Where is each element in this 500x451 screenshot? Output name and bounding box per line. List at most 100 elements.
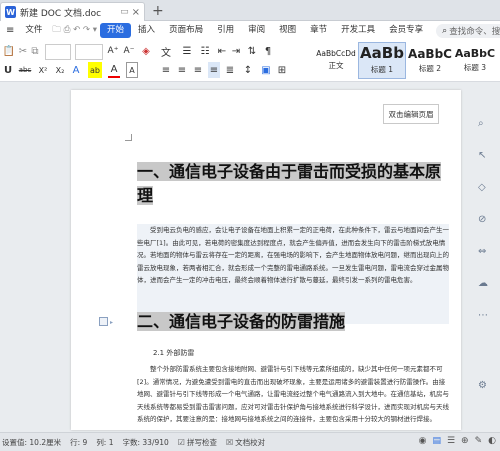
document-tab[interactable]: W 新建 DOC 文档.doc ▭ × [0,2,145,21]
eye-protect-icon[interactable]: ◐ [488,436,496,446]
spell-check[interactable]: ☑ 拼写检查 [178,437,217,448]
borders-icon[interactable]: ⊞ [276,62,288,78]
heading-1-line-2: 理 [137,186,154,205]
adjust-icon[interactable]: ⇔ [478,246,486,257]
underline-button[interactable]: U [3,62,13,78]
paragraph-2: 整个外部防雷系统主要包含接地附网、避雷针与引下线等元素所组成的，缺少其中任何一项… [137,365,449,423]
justify-icon[interactable]: ≡ [208,62,220,78]
char-border-button[interactable]: A [126,62,138,78]
home-toolbar: 📋 ✂ ⧉ A⁺ A⁻ ◈ 文 ☰ ☷ ⇤ ⇥ ⇅ ¶ U abc X² X₂ … [0,40,500,82]
strikethrough-button[interactable]: abc [18,62,32,78]
wps-writer-window: W 新建 DOC 文档.doc ▭ × + ≡ 文件 🗀 ⎙ ↶ ↷ ▾ 开始 … [0,0,500,451]
backup-icon[interactable]: ☁ [478,278,488,289]
monitor-icon[interactable]: ▭ [120,7,129,17]
select-icon[interactable]: ↖ [478,150,486,161]
read-mode-icon[interactable]: ✎ [475,436,483,446]
tab-member[interactable]: 会员专享 [382,23,430,38]
proofread-icon: ☒ [225,437,234,447]
search-icon: ⌕ [442,25,448,36]
subscript-button[interactable]: X₂ [53,62,67,78]
tab-section[interactable]: 章节 [303,23,334,38]
paragraph-marker-icon[interactable] [99,317,108,326]
superscript-button[interactable]: X² [36,62,50,78]
web-view-icon[interactable]: ⊕ [461,436,469,446]
row-indicator: 行: 9 [70,437,88,447]
copy-icon[interactable]: ⧉ [30,43,40,59]
numbering-icon[interactable]: ☷ [198,43,212,59]
command-search[interactable]: ⌕ 查找命令、搜索模板 [436,23,500,38]
style-name: 正文 [328,61,344,71]
tab-insert[interactable]: 插入 [131,23,162,38]
document-proofread-label: 文档校对 [235,437,266,447]
view-controls: ◉ ▤ ☰ ⊕ ✎ ◐ [419,436,496,446]
tab-page-layout[interactable]: 页面布局 [162,23,210,38]
sort-icon[interactable]: ⇅ [246,43,258,59]
font-color-button[interactable]: A [108,62,120,78]
style-name: 标题 2 [418,63,442,73]
grow-font-button[interactable]: A⁺ [106,43,120,59]
heading-1-line-1: 一、通信电子设备由于雷击而受损的基本原 [137,162,442,181]
ruler [0,82,500,88]
menu-icon[interactable]: ≡ [2,23,18,38]
edit-header-button[interactable]: 双击编辑页眉 [383,104,439,124]
spell-check-label: 拼写检查 [186,437,217,447]
outdent-icon[interactable]: ⇤ [216,43,228,59]
status-bar: 设置值: 10.2厘米 行: 9 列: 1 字数: 33/910 ☑ 拼写检查 ☒… [0,432,500,451]
title-bar: W 新建 DOC 文档.doc ▭ × + [0,0,500,21]
font-name-select[interactable] [45,44,71,60]
quick-access-icons[interactable]: 🗀 ⎙ ↶ ↷ ▾ [49,23,100,38]
page-view-icon[interactable]: ▤ [432,436,441,446]
font-size-select[interactable] [75,44,103,60]
page-setting-value[interactable]: 设置值: 10.2厘米 [2,437,61,448]
style-sample: AaBbCcDd [316,48,356,58]
close-tab-icon[interactable]: × [132,7,140,18]
tab-view[interactable]: 视图 [272,23,303,38]
clear-format-icon[interactable]: ◈ [140,43,152,59]
pinyin-icon[interactable]: 文 [160,43,172,59]
paragraph-1: 受到电云负电的感应，会让电子设备在地面上积累一定的正电荷，在此种条件下，雷云与地… [137,224,449,324]
distributed-icon[interactable]: ≣ [224,62,236,78]
text-effect-button[interactable]: A [70,62,82,78]
shrink-font-button[interactable]: A⁻ [122,43,136,59]
document-proofread[interactable]: ☒ 文档校对 [226,437,265,448]
margin-marker [125,134,132,141]
document-title: 新建 DOC 文档.doc [20,8,102,19]
style-name: 标题 3 [463,63,487,72]
style-pane-icon[interactable]: ⌕ [478,118,484,129]
indent-icon[interactable]: ⇥ [230,43,242,59]
line-spacing-icon[interactable]: ↕ [242,62,254,78]
tab-review[interactable]: 审阅 [241,23,272,38]
align-center-icon[interactable]: ≡ [176,62,188,78]
expand-marker-icon[interactable]: ▸ [110,319,113,326]
tab-references[interactable]: 引用 [210,23,241,38]
tab-file[interactable]: 文件 [18,23,49,38]
more-icon[interactable]: ⋯ [478,310,488,321]
shape-icon[interactable]: ◇ [478,182,486,193]
cut-icon[interactable]: ✂ [18,43,28,59]
paste-icon[interactable]: 📋 [2,43,16,59]
style-sample: AaBb [360,44,404,62]
style-normal[interactable]: AaBbCcDd 正文 [314,42,358,79]
settings-icon[interactable]: ⚙ [478,380,487,391]
protect-icon[interactable]: ◉ [419,436,427,446]
bullets-icon[interactable]: ☰ [180,43,194,59]
highlight-button[interactable]: ab [88,62,102,78]
tab-developer[interactable]: 开发工具 [334,23,382,38]
align-left-icon[interactable]: ≡ [160,62,172,78]
align-right-icon[interactable]: ≡ [192,62,204,78]
tab-home[interactable]: 开始 [100,23,132,38]
document-page[interactable]: 双击编辑页眉 一、通信电子设备由于雷击而受损的基本原 理 受到电云负电的感应，会… [71,90,461,430]
style-sample: AaBbC [408,46,452,61]
shading-icon[interactable]: ▣ [260,62,272,78]
style-sample: AaBbC [454,47,496,60]
search-placeholder: 查找命令、搜索模板 [449,26,500,37]
limit-icon[interactable]: ⊘ [478,214,486,225]
checkbox-icon: ☑ [177,437,185,447]
outline-view-icon[interactable]: ☰ [447,436,455,446]
style-heading-1[interactable]: AaBb 标题 1 [358,42,406,79]
word-count[interactable]: 字数: 33/910 [123,437,169,448]
new-tab-button[interactable]: + [152,3,164,19]
show-marks-icon[interactable]: ¶ [262,43,274,59]
style-heading-3[interactable]: AaBbC 标题 3 [452,42,498,79]
style-heading-2[interactable]: AaBbC 标题 2 [408,42,452,79]
